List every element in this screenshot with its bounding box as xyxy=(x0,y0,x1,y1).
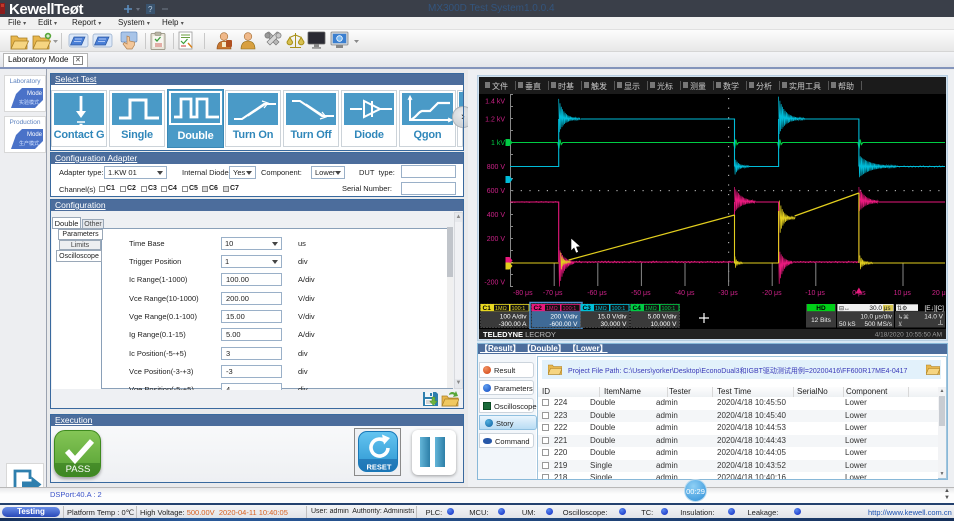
svg-text:⊟↔: ⊟↔ xyxy=(839,306,850,312)
svg-text:400 V: 400 V xyxy=(487,212,506,219)
svg-text:1.4 kV: 1.4 kV xyxy=(485,99,505,106)
svg-text:KewellTeøt: KewellTeøt xyxy=(9,1,83,17)
svg-text:-40 μs: -40 μs xyxy=(675,290,695,297)
svg-text:10.000 V: 10.000 V xyxy=(650,321,677,328)
svg-text:100 A/div: 100 A/div xyxy=(500,314,527,321)
svg-text:C2: C2 xyxy=(534,305,543,312)
svg-text:30.0: 30.0 xyxy=(869,305,882,312)
svg-text:12 Bits: 12 Bits xyxy=(811,317,832,324)
svg-text:C3: C3 xyxy=(583,305,592,312)
svg-text:100:1: 100:1 xyxy=(612,306,626,312)
svg-text:显示: 显示 xyxy=(624,82,640,91)
svg-text:垂直: 垂直 xyxy=(525,81,541,91)
svg-text:-20 μs: -20 μs xyxy=(762,290,782,297)
svg-text:PASS: PASS xyxy=(66,464,91,475)
svg-text:↳⌘: ↳⌘ xyxy=(898,314,909,321)
svg-text:1MΩ: 1MΩ xyxy=(546,306,558,312)
svg-text:100:1: 100:1 xyxy=(662,306,676,312)
svg-text:-60 μs: -60 μs xyxy=(587,290,607,297)
svg-text:HD: HD xyxy=(816,305,826,312)
svg-text:分析: 分析 xyxy=(756,81,772,91)
svg-text:-300.00 A: -300.00 A xyxy=(499,321,527,328)
svg-text:14.0 V: 14.0 V xyxy=(924,314,943,321)
svg-text:C4: C4 xyxy=(633,305,642,312)
svg-text:⊻: ⊻ xyxy=(898,321,902,328)
svg-text:数学: 数学 xyxy=(723,81,739,91)
svg-text:实用工具: 实用工具 xyxy=(789,81,821,91)
svg-text:30.000 V: 30.000 V xyxy=(600,321,627,328)
svg-text:-600.00 V: -600.00 V xyxy=(549,321,578,328)
svg-text:Mode: Mode xyxy=(27,91,43,97)
svg-text:1MΩ: 1MΩ xyxy=(495,306,507,312)
svg-text:600 V: 600 V xyxy=(487,188,506,195)
svg-text:-50 μs: -50 μs xyxy=(631,290,651,297)
svg-text:?: ? xyxy=(148,5,153,14)
svg-text:200 V/div: 200 V/div xyxy=(550,314,578,321)
svg-text:15.0 V/div: 15.0 V/div xyxy=(598,314,628,321)
svg-text:-30 μs: -30 μs xyxy=(718,290,738,297)
svg-text:RESET: RESET xyxy=(366,463,391,472)
svg-text:1MΩ: 1MΩ xyxy=(645,306,657,312)
svg-text:500 MS/s: 500 MS/s xyxy=(865,321,893,328)
svg-text:20 μs: 20 μs xyxy=(932,290,946,297)
svg-text:时基: 时基 xyxy=(558,81,574,91)
svg-text:μs: μs xyxy=(884,306,890,312)
svg-text:⇅⚙: ⇅⚙ xyxy=(897,305,907,312)
svg-text:1 kV: 1 kV xyxy=(491,140,505,147)
svg-text:实验模式: 实验模式 xyxy=(19,99,39,106)
svg-text:生产模式: 生产模式 xyxy=(19,140,39,147)
svg-text:-80 μs: -80 μs xyxy=(513,290,533,297)
svg-text:┴: ┴ xyxy=(937,320,943,329)
svg-text:光标: 光标 xyxy=(657,81,673,91)
svg-text:测量: 测量 xyxy=(690,82,706,91)
svg-text:C1: C1 xyxy=(483,305,492,312)
svg-text:文件: 文件 xyxy=(492,81,508,91)
svg-text:4/18/2020 10:55:50 AM: 4/18/2020 10:55:50 AM xyxy=(875,332,942,339)
svg-text:100:1: 100:1 xyxy=(563,306,577,312)
svg-text:800 V: 800 V xyxy=(487,164,506,171)
svg-text:Mode: Mode xyxy=(27,132,43,138)
svg-text:触发: 触发 xyxy=(591,81,607,91)
svg-text:10 μs: 10 μs xyxy=(894,290,912,297)
svg-text:TELEDYNE LECROY: TELEDYNE LECROY xyxy=(483,330,556,339)
svg-text:帮助: 帮助 xyxy=(838,81,854,91)
svg-text:10.0 μs/div: 10.0 μs/div xyxy=(860,314,892,321)
svg-text:5.00 V/div: 5.00 V/div xyxy=(648,314,678,321)
svg-text:-10 μs: -10 μs xyxy=(805,290,825,297)
svg-text:200 V: 200 V xyxy=(487,236,506,243)
svg-text:[E↓][C]: [E↓][C] xyxy=(924,305,944,312)
svg-text:-70 μs: -70 μs xyxy=(543,290,563,297)
svg-text:50 kS: 50 kS xyxy=(839,321,856,328)
svg-text:1MΩ: 1MΩ xyxy=(595,306,607,312)
svg-text:1.2 kV: 1.2 kV xyxy=(485,117,505,124)
svg-text:-200 V: -200 V xyxy=(484,280,505,287)
svg-text:100:1: 100:1 xyxy=(512,306,526,312)
